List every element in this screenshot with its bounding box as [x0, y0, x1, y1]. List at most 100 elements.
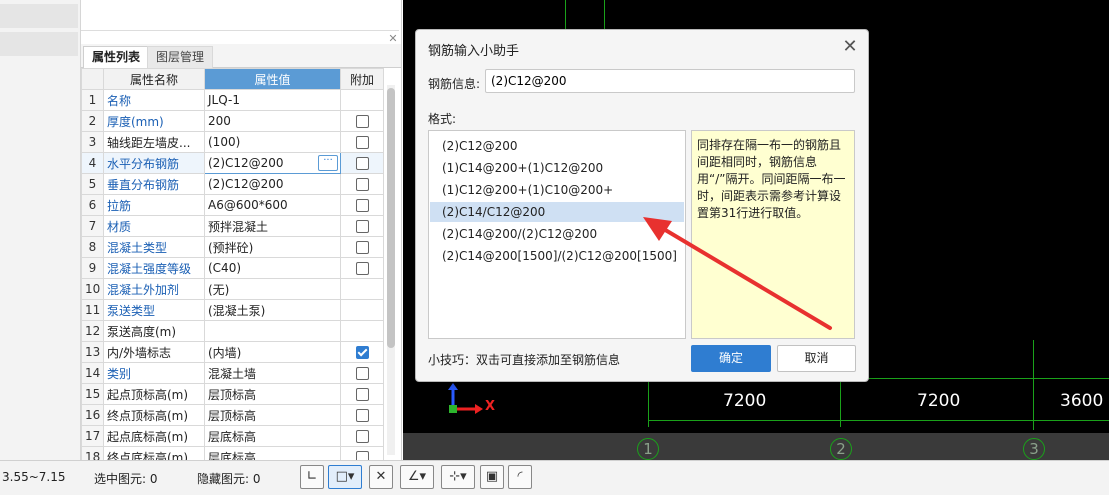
sidebar-row[interactable]	[0, 32, 78, 56]
property-value[interactable]: 预拌混凝土	[204, 215, 341, 237]
format-item[interactable]: (2)C14@200/(2)C12@200	[430, 224, 684, 244]
extra-cell	[340, 425, 384, 447]
property-value[interactable]: (100)	[204, 131, 341, 153]
extra-checkbox[interactable]	[355, 262, 369, 275]
arc-icon[interactable]: ◜	[508, 465, 532, 489]
table-row[interactable]: 11 泵送类型 (混凝土泵)	[81, 299, 384, 321]
table-row[interactable]: 5 垂直分布钢筋 (2)C12@200	[81, 173, 384, 195]
ellipsis-icon[interactable]: ···	[318, 155, 338, 171]
row-index: 3	[81, 131, 104, 153]
canvas-axis-strip	[403, 433, 1109, 460]
format-item[interactable]: (2)C14@200[1500]/(2)C12@200[1500]	[430, 246, 684, 266]
status-bar: 3.55~7.15 选中图元: 0 隐藏图元: 0 ∟ □▾ ✕ ∠▾ ⊹▾ ▣…	[0, 460, 1109, 495]
table-row[interactable]: 13 内/外墙标志 (内墙)	[81, 341, 384, 363]
property-value-text: (C40)	[208, 261, 242, 275]
table-row[interactable]: 14 类别 混凝土墙	[81, 362, 384, 384]
table-row[interactable]: 12 泵送高度(m)	[81, 320, 384, 342]
format-label: 格式:	[428, 112, 457, 126]
table-row[interactable]: 16 终点顶标高(m) 层顶标高	[81, 404, 384, 426]
table-row[interactable]: 1 名称 JLQ-1	[81, 89, 384, 111]
table-row[interactable]: 7 材质 预拌混凝土	[81, 215, 384, 237]
tab-layer-management[interactable]: 图层管理	[147, 46, 214, 69]
dialog-title: 钢筋输入小助手	[428, 44, 520, 59]
property-value-text: 200	[208, 114, 231, 128]
property-value[interactable]: A6@600*600	[204, 194, 341, 216]
extra-checkbox[interactable]	[355, 178, 369, 191]
table-row[interactable]: 6 拉筋 A6@600*600	[81, 194, 384, 216]
row-index: 2	[81, 110, 104, 132]
selected-count: 选中图元: 0	[94, 472, 158, 486]
table-row[interactable]: 15 起点顶标高(m) 层顶标高	[81, 383, 384, 405]
extra-checkbox[interactable]	[355, 220, 369, 233]
extra-checkbox[interactable]	[355, 136, 369, 149]
extra-checkbox[interactable]	[355, 241, 369, 254]
table-row[interactable]: 3 轴线距左墙皮... (100)	[81, 131, 384, 153]
property-value[interactable]: (C40)	[204, 257, 341, 279]
dimension-tick	[1033, 340, 1034, 430]
extra-checkbox[interactable]	[355, 367, 369, 380]
property-value[interactable]: (2)C12@200	[204, 173, 341, 195]
property-value[interactable]	[204, 320, 341, 342]
property-name: 类别	[103, 362, 205, 384]
tab-property-list[interactable]: 属性列表	[83, 46, 150, 69]
table-row[interactable]: 4 水平分布钢筋 (2)C12@200 ···	[81, 152, 384, 174]
row-index: 4	[81, 152, 104, 174]
format-item[interactable]: (1)C14@200+(1)C12@200	[430, 158, 684, 178]
table-row[interactable]: 10 混凝土外加剂 (无)	[81, 278, 384, 300]
format-item[interactable]: (2)C14/C12@200	[430, 202, 684, 222]
property-value-text: 混凝土墙	[208, 366, 257, 381]
table-row[interactable]: 2 厚度(mm) 200	[81, 110, 384, 132]
cancel-button[interactable]: 取消	[777, 345, 856, 372]
property-value[interactable]: (2)C12@200 ···	[204, 152, 341, 174]
panel-scrollbar-thumb[interactable]	[387, 88, 395, 348]
format-item[interactable]: (1)C12@200+(1)C10@200+(1)C12@200	[430, 180, 684, 217]
row-index: 1	[81, 89, 104, 111]
axis-number: 3	[1023, 438, 1045, 460]
property-value[interactable]: (混凝土泵)	[204, 299, 341, 321]
property-value[interactable]: 混凝土墙	[204, 362, 341, 384]
extra-cell	[340, 278, 384, 300]
extra-checkbox[interactable]	[355, 157, 369, 170]
property-name: 水平分布钢筋	[103, 152, 205, 174]
table-row[interactable]: 9 混凝土强度等级 (C40)	[81, 257, 384, 279]
property-value[interactable]: 层底标高	[204, 425, 341, 447]
property-table: 属性名称 属性值 附加 1 名称 JLQ-1 2 厚度(mm) 200 3 轴线距左墙皮...…	[81, 68, 384, 468]
layer-toggle-icon[interactable]: ▣	[480, 465, 504, 489]
extra-checkbox[interactable]	[355, 346, 369, 359]
close-icon[interactable]: ✕	[840, 37, 860, 57]
property-value[interactable]: (无)	[204, 278, 341, 300]
extra-checkbox[interactable]	[355, 409, 369, 422]
table-row[interactable]: 17 起点底标高(m) 层底标高	[81, 425, 384, 447]
row-index: 5	[81, 173, 104, 195]
snap-icon[interactable]: ⊹▾	[441, 465, 475, 489]
property-value[interactable]: (预拌砼)	[204, 236, 341, 258]
format-item[interactable]: (2)C12@200	[430, 136, 684, 156]
sidebar-row[interactable]	[0, 4, 78, 28]
property-value[interactable]: 200	[204, 110, 341, 132]
row-index: 16	[81, 404, 104, 426]
angle-icon[interactable]: ∠▾	[400, 465, 434, 489]
property-name: 内/外墙标志	[103, 341, 205, 363]
rebar-info-label: 钢筋信息:	[428, 77, 481, 91]
format-list[interactable]: (2)C12@200 (1)C14@200+(1)C12@200 (1)C12@20…	[428, 130, 686, 339]
property-value[interactable]: 层顶标高	[204, 404, 341, 426]
property-value[interactable]: 层顶标高	[204, 383, 341, 405]
extra-checkbox[interactable]	[355, 115, 369, 128]
extra-checkbox[interactable]	[355, 430, 369, 443]
extra-checkbox[interactable]	[355, 199, 369, 212]
property-name: 轴线距左墙皮...	[103, 131, 205, 153]
ok-button[interactable]: 确定	[691, 345, 771, 372]
dimension-label: 7200	[723, 391, 767, 411]
property-value-text: 层顶标高	[208, 387, 257, 402]
table-row[interactable]: 8 混凝土类型 (预拌砼)	[81, 236, 384, 258]
row-index: 10	[81, 278, 104, 300]
property-value[interactable]: (内墙)	[204, 341, 341, 363]
extra-checkbox[interactable]	[355, 388, 369, 401]
property-value[interactable]: JLQ-1	[204, 89, 341, 111]
header-index	[81, 68, 104, 90]
select-box-icon[interactable]: □▾	[328, 465, 362, 489]
ortho-icon[interactable]: ∟	[300, 465, 324, 489]
cross-select-icon[interactable]: ✕	[369, 465, 393, 489]
axis-number: 1	[637, 438, 659, 460]
rebar-info-input[interactable]	[485, 69, 855, 93]
